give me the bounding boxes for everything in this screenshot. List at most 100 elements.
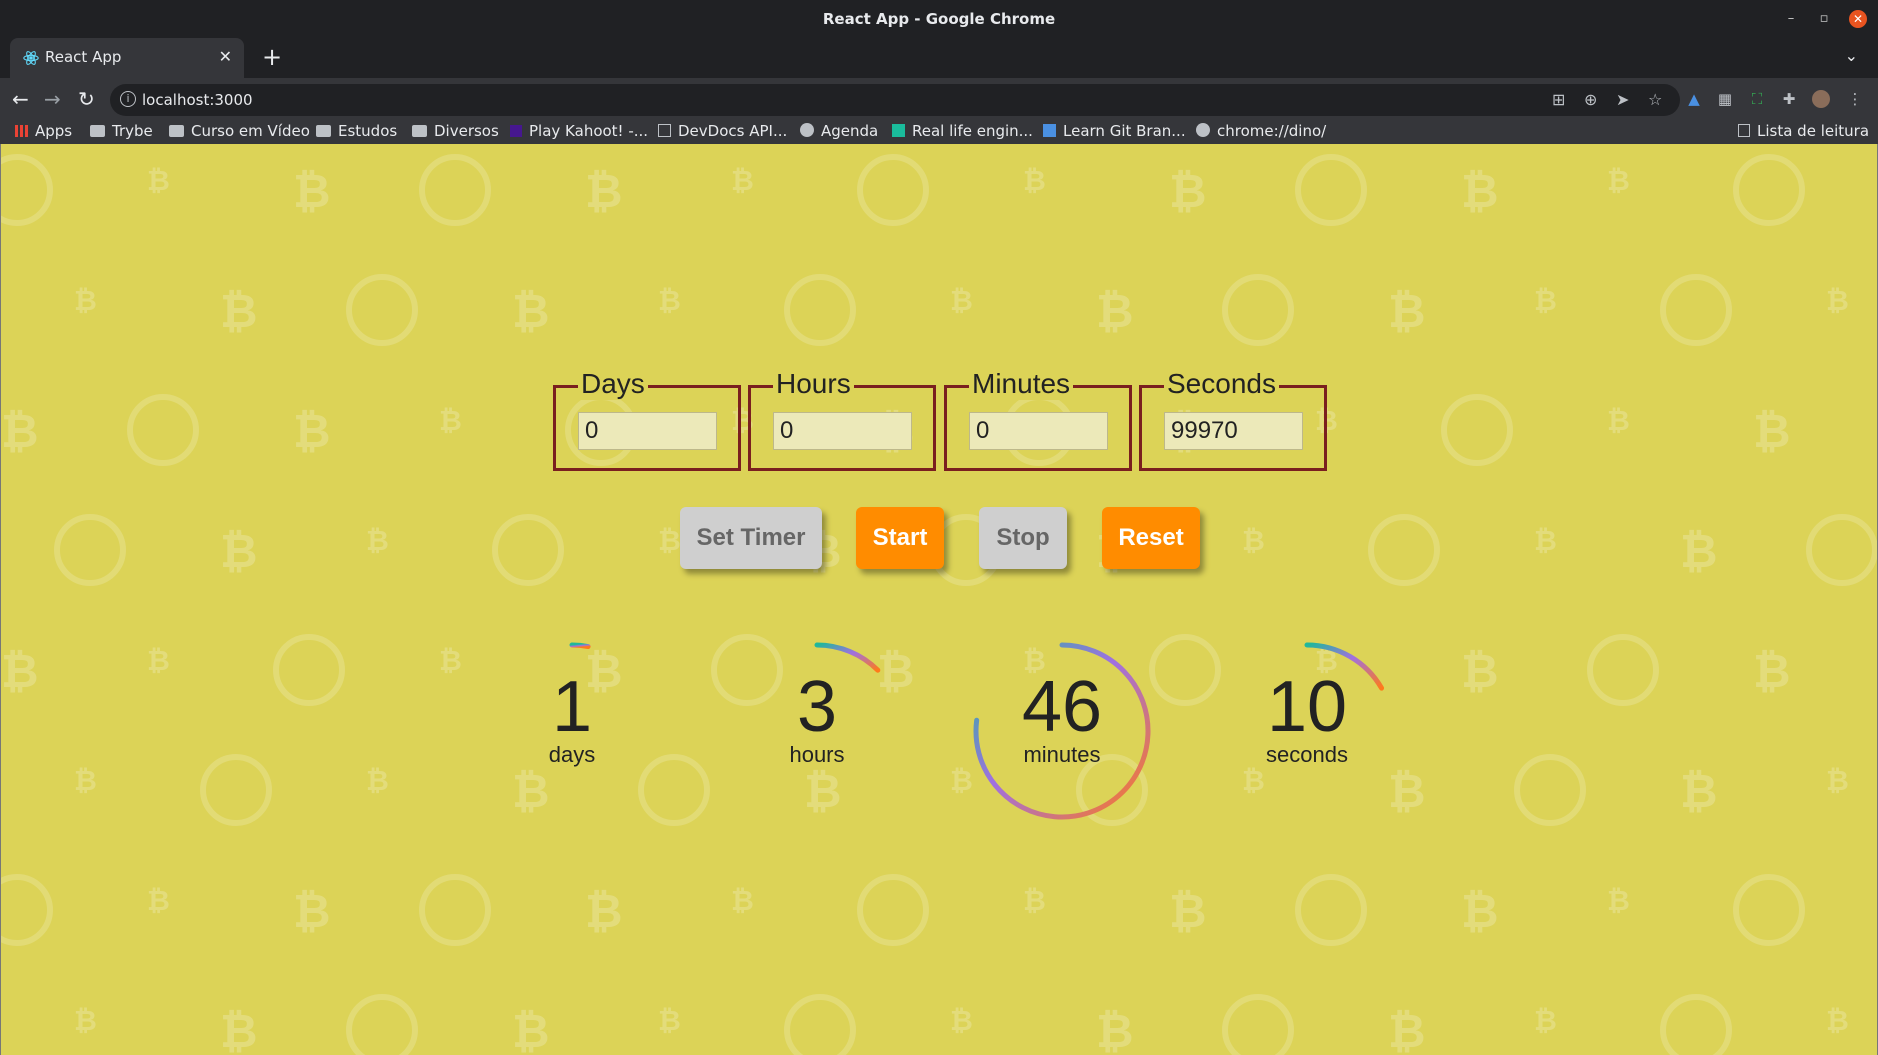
- coin-ring-decoration: [1295, 154, 1367, 226]
- devdocs-icon: [658, 124, 671, 137]
- coin-ring-decoration: [273, 634, 345, 706]
- bookmark-real-life[interactable]: Real life engin...: [892, 122, 1033, 140]
- bitcoin-symbol-decoration: ₿: [1023, 884, 1046, 917]
- countdown-minutes: 46 minutes: [962, 631, 1162, 831]
- bookmark-devdocs[interactable]: DevDocs API...: [658, 122, 787, 140]
- bitcoin-symbol-decoration: ₿: [658, 284, 681, 317]
- bookmark-learn-git[interactable]: Learn Git Bran...: [1043, 122, 1186, 140]
- coin-ring-decoration: [1222, 274, 1294, 346]
- minutes-fieldset: Minutes 0: [944, 368, 1132, 471]
- start-button[interactable]: Start: [856, 507, 944, 569]
- hours-input[interactable]: 0: [773, 412, 912, 450]
- extension-sheet-icon[interactable]: ▦: [1716, 90, 1734, 108]
- minutes-label: Minutes: [969, 368, 1074, 400]
- menu-kebab-icon[interactable]: ⋮: [1846, 90, 1864, 108]
- coin-ring-decoration: [1806, 514, 1877, 586]
- coin-ring-decoration: [1733, 874, 1805, 946]
- bookmark-agenda[interactable]: Agenda: [800, 122, 878, 140]
- new-tab-icon[interactable]: +: [262, 43, 282, 71]
- coin-ring-decoration: [857, 874, 929, 946]
- coin-ring-decoration: [784, 994, 856, 1055]
- coin-ring-decoration: [200, 754, 272, 826]
- bookmark-estudos[interactable]: Estudos: [316, 122, 397, 140]
- bitcoin-symbol-decoration: ₿: [1242, 524, 1265, 557]
- countdown-hours: 3 hours: [717, 631, 917, 831]
- extension-a-icon[interactable]: ▲: [1685, 90, 1703, 108]
- hours-label: Hours: [773, 368, 854, 400]
- hours-value: 3: [796, 667, 838, 747]
- coin-ring-decoration: [784, 274, 856, 346]
- folder-icon: [90, 125, 105, 137]
- tab-search-icon[interactable]: ⌄: [1845, 46, 1858, 65]
- translate-icon[interactable]: ⊞: [1552, 90, 1565, 109]
- bookmark-curso-em-video[interactable]: Curso em Vídeo: [169, 122, 310, 140]
- bitcoin-symbol-decoration: ₿: [950, 1004, 973, 1037]
- coin-ring-decoration: [1, 154, 53, 226]
- bitcoin-symbol-decoration: ₿: [1680, 764, 1718, 818]
- minutes-input[interactable]: 0: [969, 412, 1108, 450]
- back-icon[interactable]: ←: [12, 87, 29, 111]
- minimize-icon[interactable]: –: [1782, 10, 1800, 28]
- react-icon: [23, 51, 39, 65]
- bitcoin-symbol-decoration: ₿: [220, 1004, 258, 1055]
- bitcoin-symbol-decoration: ₿: [1388, 284, 1426, 338]
- bitcoin-symbol-decoration: ₿: [731, 884, 754, 917]
- bitcoin-symbol-decoration: ₿: [1753, 404, 1791, 458]
- set-timer-button[interactable]: Set Timer: [680, 507, 822, 569]
- reading-list[interactable]: Lista de leitura: [1738, 122, 1869, 140]
- coin-ring-decoration: [54, 514, 126, 586]
- coin-ring-decoration: [1514, 754, 1586, 826]
- reset-button[interactable]: Reset: [1102, 507, 1200, 569]
- send-icon[interactable]: ➤: [1616, 90, 1629, 109]
- close-window-icon[interactable]: ✕: [1849, 10, 1867, 28]
- bitcoin-symbol-decoration: ₿: [1, 404, 39, 458]
- bitcoin-symbol-decoration: ₿: [147, 644, 170, 677]
- seconds-unit: seconds: [1266, 742, 1348, 767]
- bitcoin-symbol-decoration: ₿: [220, 284, 258, 338]
- bitcoin-symbol-decoration: ₿: [220, 524, 258, 578]
- days-value: 1: [551, 667, 593, 747]
- bitcoin-symbol-decoration: ₿: [1534, 1004, 1557, 1037]
- bitcoin-symbol-decoration: ₿: [658, 1004, 681, 1037]
- seconds-fieldset: Seconds 99970: [1139, 368, 1327, 471]
- bookmark-trybe[interactable]: Trybe: [90, 122, 153, 140]
- bitcoin-symbol-decoration: ₿: [585, 164, 623, 218]
- hours-fieldset: Hours 0: [748, 368, 936, 471]
- zoom-icon[interactable]: ⊕: [1584, 90, 1597, 109]
- progress-arc: [569, 642, 591, 650]
- bitcoin-symbol-decoration: ₿: [1826, 1004, 1849, 1037]
- bookmark-apps[interactable]: Apps: [15, 122, 72, 140]
- bookmark-dino[interactable]: chrome://dino/: [1196, 122, 1326, 140]
- seconds-label: Seconds: [1164, 368, 1279, 400]
- bitcoin-symbol-decoration: ₿: [512, 1004, 550, 1055]
- coin-ring-decoration: [1587, 634, 1659, 706]
- site-info-icon[interactable]: i: [120, 91, 136, 107]
- coin-ring-decoration: [492, 514, 564, 586]
- bitcoin-symbol-decoration: ₿: [1169, 164, 1207, 218]
- extensions-puzzle-icon[interactable]: ✚: [1780, 90, 1798, 108]
- bitcoin-symbol-decoration: ₿: [147, 884, 170, 917]
- coin-ring-decoration: [1368, 514, 1440, 586]
- tab-react-app[interactable]: React App ✕: [10, 38, 244, 78]
- tab-strip: React App ✕ + ⌄: [0, 38, 1878, 78]
- forward-icon[interactable]: →: [44, 87, 61, 111]
- profile-avatar-icon[interactable]: [1812, 90, 1830, 108]
- address-bar[interactable]: i localhost:3000 ⊞ ⊕ ➤ ☆: [110, 84, 1680, 116]
- coin-ring-decoration: [1295, 874, 1367, 946]
- bitcoin-symbol-decoration: ₿: [1826, 764, 1849, 797]
- coin-ring-decoration: [1441, 394, 1513, 466]
- bookmark-diversos[interactable]: Diversos: [412, 122, 499, 140]
- extension-capture-icon[interactable]: ⛶: [1748, 90, 1766, 108]
- bitcoin-symbol-decoration: ₿: [74, 284, 97, 317]
- reload-icon[interactable]: ↻: [78, 87, 95, 111]
- close-tab-icon[interactable]: ✕: [219, 47, 232, 66]
- bookmark-kahoot[interactable]: Play Kahoot! -...: [510, 122, 648, 140]
- days-input[interactable]: 0: [578, 412, 717, 450]
- bookmark-star-icon[interactable]: ☆: [1648, 90, 1662, 109]
- stop-button[interactable]: Stop: [979, 507, 1067, 569]
- bitcoin-symbol-decoration: ₿: [439, 644, 462, 677]
- maximize-icon[interactable]: ▫: [1815, 10, 1833, 28]
- seconds-input[interactable]: 99970: [1164, 412, 1303, 450]
- folder-icon: [412, 125, 427, 137]
- bitcoin-symbol-decoration: ₿: [658, 524, 681, 557]
